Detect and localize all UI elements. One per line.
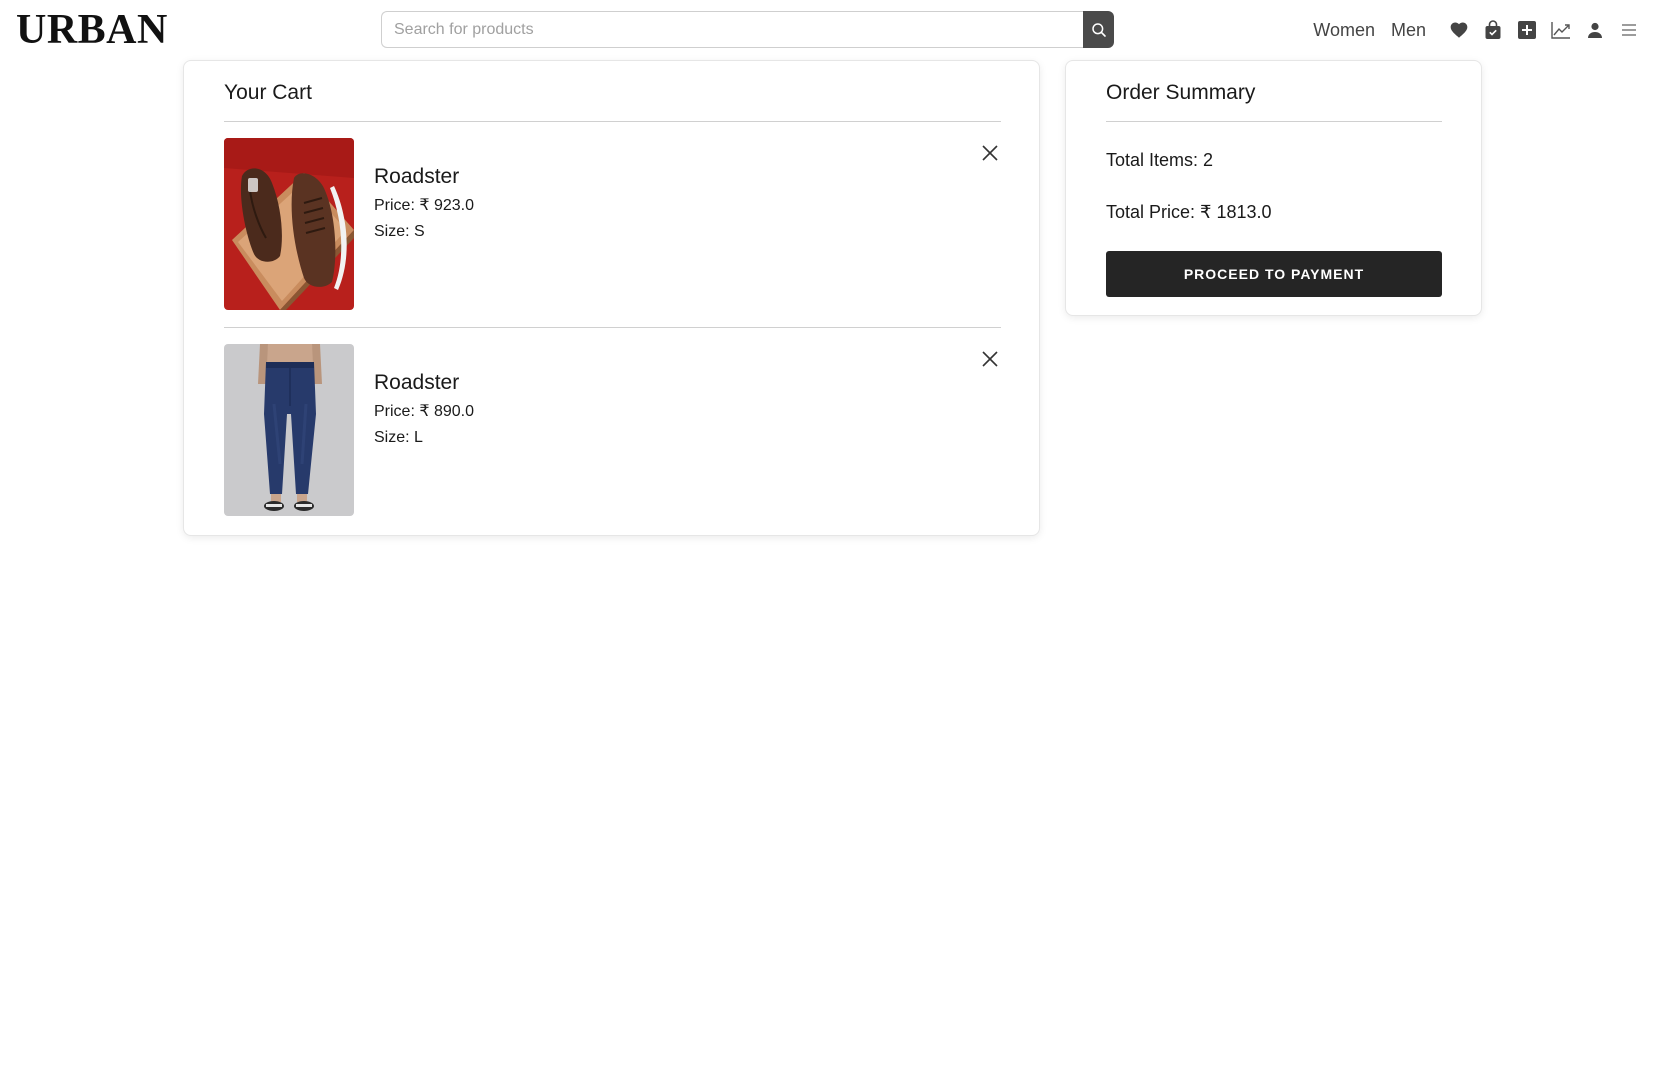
total-items-text: Total Items: 2 (1106, 150, 1214, 170)
close-icon (982, 145, 998, 161)
nav-women-link[interactable]: Women (1313, 20, 1375, 41)
search-button[interactable] (1083, 11, 1114, 48)
item-price: Price: ₹ 923.0 (374, 197, 475, 214)
cart-title: Your Cart (224, 81, 312, 104)
order-summary-panel: Order Summary Total Items: 2 Total Price… (1065, 60, 1482, 316)
menu-icon (1622, 24, 1636, 36)
item-size: Size: L (374, 429, 423, 446)
add-product-button[interactable] (1510, 14, 1544, 46)
add-box-icon (1518, 21, 1536, 39)
cart-title-divider (224, 121, 1001, 122)
item-name: Roadster (374, 165, 460, 188)
search-icon (1091, 22, 1106, 37)
analytics-button[interactable] (1544, 14, 1578, 46)
total-price-text: Total Price: ₹ 1813.0 (1106, 202, 1272, 222)
close-icon (982, 351, 998, 367)
person-icon (1588, 22, 1602, 38)
wishlist-button[interactable] (1442, 14, 1476, 46)
header-nav: Women Men (1313, 14, 1646, 46)
proceed-to-payment-button[interactable]: PROCEED TO PAYMENT (1106, 251, 1442, 297)
product-image-sneakers[interactable] (224, 138, 354, 310)
profile-button[interactable] (1578, 14, 1612, 46)
nav-men-link[interactable]: Men (1391, 20, 1426, 41)
menu-button[interactable] (1612, 14, 1646, 46)
cart-button[interactable] (1476, 14, 1510, 46)
summary-title-divider (1106, 121, 1442, 122)
order-summary-title: Order Summary (1106, 81, 1256, 104)
top-nav-bar: URBAN Women Men (0, 0, 1654, 60)
item-name: Roadster (374, 371, 460, 394)
search-input[interactable] (381, 11, 1083, 48)
brand-logo[interactable]: URBAN (16, 6, 168, 54)
search-bar (381, 11, 1114, 48)
trending-chart-icon (1551, 22, 1570, 39)
shopping-bag-icon (1485, 20, 1501, 39)
cart-item-divider (224, 327, 1001, 328)
cart-item: Roadster Price: ₹ 923.0 Size: S (224, 138, 1001, 310)
product-image-jeans[interactable] (224, 344, 354, 516)
heart-icon (1450, 22, 1468, 38)
remove-item-button[interactable] (979, 142, 1001, 164)
item-size: Size: S (374, 223, 425, 240)
item-price: Price: ₹ 890.0 (374, 403, 475, 420)
cart-item: Roadster Price: ₹ 890.0 Size: L (224, 344, 1001, 516)
cart-panel: Your Cart Roadster Price: ₹ 923.0 Size: … (183, 60, 1040, 536)
remove-item-button[interactable] (979, 348, 1001, 370)
